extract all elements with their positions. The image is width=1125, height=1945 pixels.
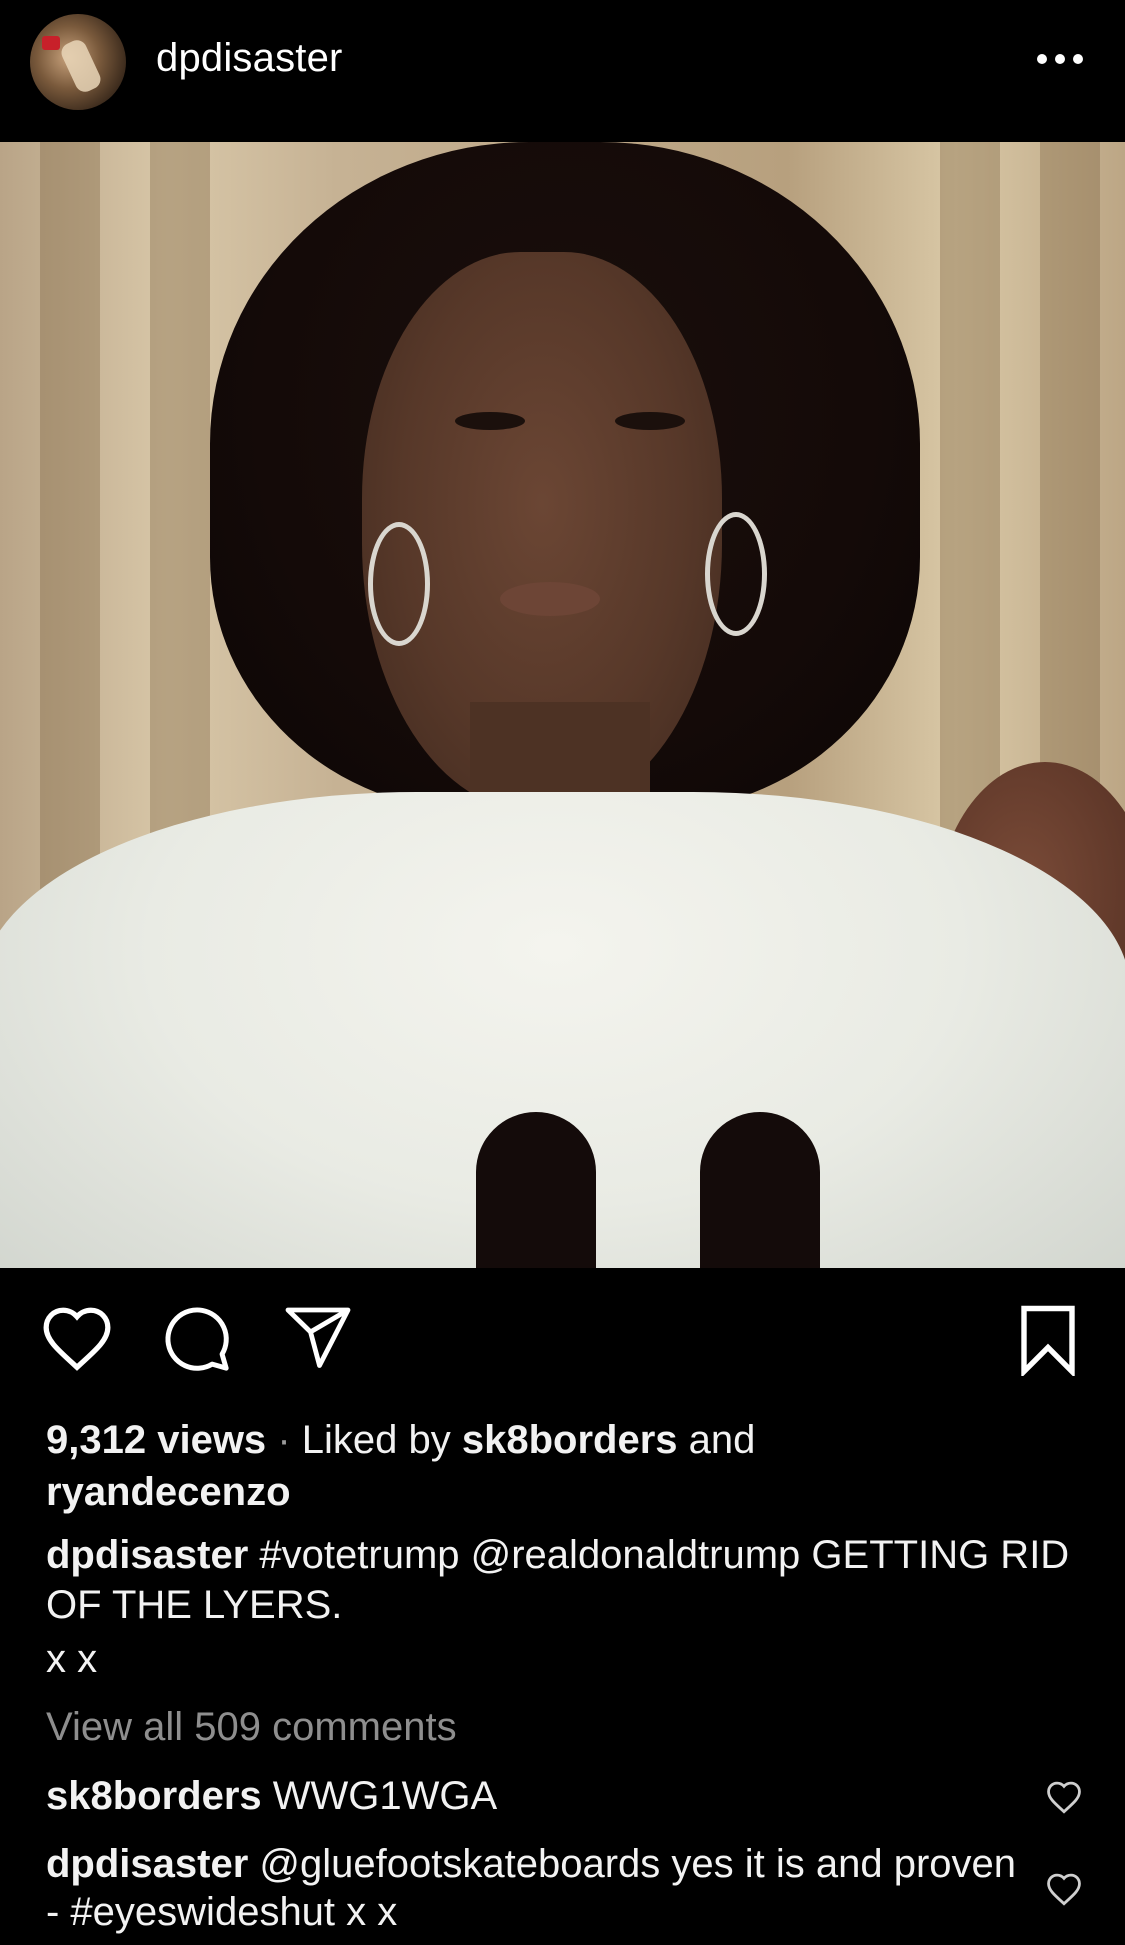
liker-username[interactable]: sk8borders [462, 1418, 678, 1462]
avatar-figure [58, 36, 104, 96]
separator: · [277, 1418, 291, 1462]
microphone [700, 1112, 820, 1268]
comment-like-heart-icon[interactable] [1045, 1872, 1083, 1911]
more-dot [1037, 54, 1047, 64]
caption-extra: x x [46, 1637, 98, 1681]
avatar[interactable] [30, 14, 126, 110]
heart-icon[interactable] [40, 1304, 114, 1372]
comment-like-heart-icon[interactable] [1045, 1780, 1083, 1819]
post-header: dpdisaster [0, 0, 1125, 142]
microphone [476, 1112, 596, 1268]
avatar-detail [42, 36, 60, 50]
more-options-icon[interactable] [1037, 54, 1083, 66]
and-label: and [688, 1418, 756, 1462]
more-dot [1073, 54, 1083, 64]
post-caption: dpdisaster #votetrump @realdonaldtrump G… [46, 1530, 1086, 1630]
comment-item: sk8borders WWG1WGA [46, 1772, 1026, 1820]
subject-eye [455, 412, 525, 430]
liked-by-label: Liked by [301, 1418, 451, 1462]
view-all-comments-link[interactable]: View all 509 comments [46, 1702, 457, 1752]
comment-username[interactable]: dpdisaster [46, 1842, 248, 1886]
earring [368, 522, 430, 646]
comment-icon[interactable] [162, 1304, 232, 1374]
views-count[interactable]: 9,312 views [46, 1418, 266, 1462]
action-bar [0, 1268, 1125, 1418]
liker-username[interactable]: ryandecenzo [46, 1470, 291, 1514]
bookmark-icon[interactable] [1016, 1304, 1080, 1376]
subject-mouth [500, 582, 600, 616]
post-media[interactable] [0, 142, 1125, 1268]
comment-item: dpdisaster @gluefootskateboards yes it i… [46, 1840, 1026, 1936]
more-dot [1055, 54, 1065, 64]
post-username[interactable]: dpdisaster [156, 36, 343, 81]
subject-eye [615, 412, 685, 430]
share-icon[interactable] [282, 1304, 354, 1370]
engagement-summary: 9,312 views · Liked by sk8borders and ry… [46, 1414, 1086, 1518]
comment-text: WWG1WGA [272, 1774, 498, 1818]
earring [705, 512, 767, 636]
caption-username[interactable]: dpdisaster [46, 1533, 248, 1577]
comment-username[interactable]: sk8borders [46, 1774, 262, 1818]
